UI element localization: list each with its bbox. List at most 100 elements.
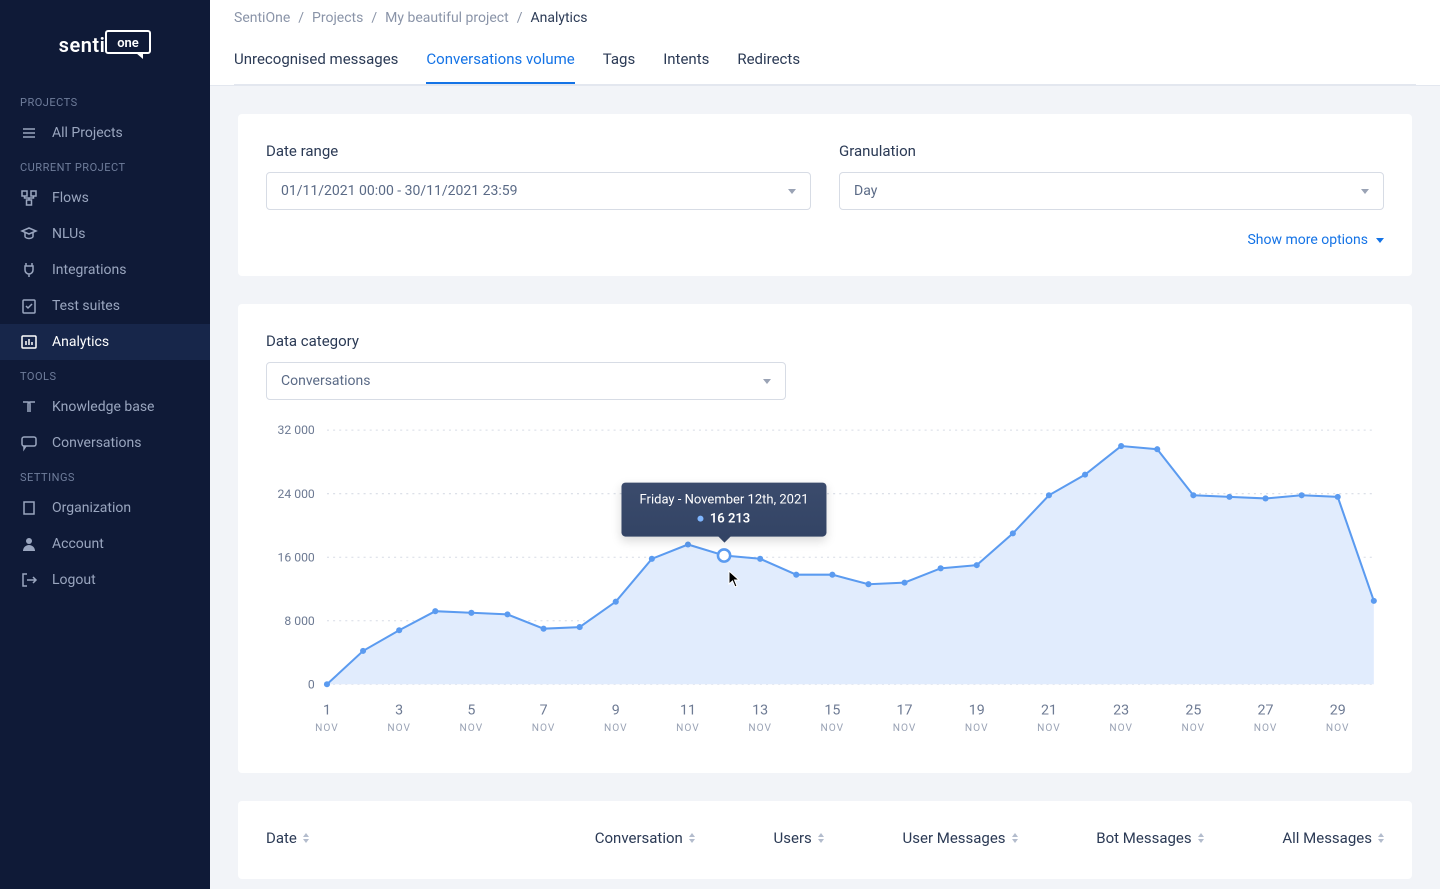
svg-text:5: 5 bbox=[467, 703, 475, 719]
svg-text:NOV: NOV bbox=[676, 723, 700, 734]
flows-icon bbox=[20, 189, 38, 207]
graduation-cap-icon bbox=[20, 225, 38, 243]
svg-text:24 000: 24 000 bbox=[278, 487, 315, 501]
sidebar-item-label: NLUs bbox=[52, 226, 85, 242]
svg-text:16 000: 16 000 bbox=[278, 550, 315, 564]
tab-tags[interactable]: Tags bbox=[603, 36, 635, 84]
brand-logo: senti one bbox=[0, 20, 210, 86]
svg-text:0: 0 bbox=[308, 677, 315, 691]
svg-text:one: one bbox=[118, 36, 140, 51]
data-category-label: Data category bbox=[266, 332, 1384, 350]
svg-text:11: 11 bbox=[680, 703, 696, 719]
sort-icon bbox=[689, 833, 695, 843]
svg-text:NOV: NOV bbox=[1182, 723, 1206, 734]
sort-icon bbox=[303, 833, 309, 843]
line-chart: 08 00016 00024 00032 0001NOV3NOV5NOV7NOV… bbox=[266, 420, 1384, 745]
tab-redirects[interactable]: Redirects bbox=[737, 36, 800, 84]
granulation-value: Day bbox=[854, 183, 877, 199]
column-header-label: User Messages bbox=[903, 829, 1006, 847]
sidebar-item-label: Test suites bbox=[52, 298, 120, 314]
sidebar-item-logout[interactable]: Logout bbox=[0, 562, 210, 598]
sidebar: senti one PROJECTS All Projects CURRENT … bbox=[0, 0, 210, 889]
sidebar-item-analytics[interactable]: Analytics bbox=[0, 324, 210, 360]
filters-card: Date range 01/11/2021 00:00 - 30/11/2021… bbox=[238, 114, 1412, 276]
column-header-label: All Messages bbox=[1282, 829, 1372, 847]
breadcrumb-sep: / bbox=[298, 10, 304, 26]
svg-text:3: 3 bbox=[395, 703, 403, 719]
column-header-label: Bot Messages bbox=[1096, 829, 1191, 847]
sort-icon bbox=[1378, 833, 1384, 843]
column-header-date[interactable]: Date bbox=[266, 829, 516, 847]
topbar: SentiOne / Projects / My beautiful proje… bbox=[210, 0, 1440, 86]
svg-text:NOV: NOV bbox=[1254, 723, 1278, 734]
breadcrumb-sep: / bbox=[517, 10, 523, 26]
column-header-conversation[interactable]: Conversation bbox=[595, 829, 695, 847]
chart-card: Data category Conversations 0 8 000 16 000… bbox=[238, 304, 1412, 773]
granulation-label: Granulation bbox=[839, 142, 1384, 160]
sidebar-item-knowledge-base[interactable]: Knowledge base bbox=[0, 389, 210, 425]
breadcrumb-link[interactable]: My beautiful project bbox=[385, 10, 509, 26]
sidebar-item-test-suites[interactable]: Test suites bbox=[0, 288, 210, 324]
breadcrumb-link[interactable]: Projects bbox=[312, 10, 363, 26]
svg-text:NOV: NOV bbox=[1109, 723, 1133, 734]
table-card: Date Conversation Users User Messages Bo… bbox=[238, 801, 1412, 879]
sort-icon bbox=[1198, 833, 1204, 843]
svg-text:8 000: 8 000 bbox=[284, 614, 315, 628]
sidebar-item-label: Logout bbox=[52, 572, 96, 588]
sidebar-item-label: Integrations bbox=[52, 262, 126, 278]
building-icon bbox=[20, 499, 38, 517]
sidebar-item-flows[interactable]: Flows bbox=[0, 180, 210, 216]
column-header-bot-messages[interactable]: Bot Messages bbox=[1096, 829, 1203, 847]
data-category-select[interactable]: Conversations bbox=[266, 362, 786, 400]
logout-icon bbox=[20, 571, 38, 589]
sidebar-item-conversations[interactable]: Conversations bbox=[0, 425, 210, 461]
column-header-user-messages[interactable]: User Messages bbox=[903, 829, 1018, 847]
svg-text:NOV: NOV bbox=[387, 723, 411, 734]
svg-text:7: 7 bbox=[540, 703, 548, 719]
column-header-label: Conversation bbox=[595, 829, 683, 847]
sort-icon bbox=[818, 833, 824, 843]
data-category-value: Conversations bbox=[281, 373, 370, 389]
svg-text:19: 19 bbox=[969, 703, 985, 719]
svg-text:25: 25 bbox=[1185, 703, 1201, 719]
breadcrumb: SentiOne / Projects / My beautiful proje… bbox=[234, 10, 1416, 36]
section-projects-label: PROJECTS bbox=[0, 86, 210, 115]
column-header-all-messages[interactable]: All Messages bbox=[1282, 829, 1384, 847]
date-range-picker[interactable]: 01/11/2021 00:00 - 30/11/2021 23:59 bbox=[266, 172, 811, 210]
tooltip-date: Friday - November 12th, 2021 bbox=[640, 492, 809, 507]
svg-text:NOV: NOV bbox=[821, 723, 845, 734]
svg-text:NOV: NOV bbox=[965, 723, 989, 734]
section-tools-label: TOOLS bbox=[0, 360, 210, 389]
svg-text:29: 29 bbox=[1330, 703, 1346, 719]
bar-chart-icon bbox=[20, 333, 38, 351]
chevron-down-icon bbox=[763, 379, 771, 384]
clipboard-check-icon bbox=[20, 297, 38, 315]
column-header-users[interactable]: Users bbox=[774, 829, 824, 847]
tab-intents[interactable]: Intents bbox=[663, 36, 709, 84]
svg-text:NOV: NOV bbox=[748, 723, 772, 734]
chevron-down-icon bbox=[1376, 238, 1384, 243]
column-header-label: Users bbox=[774, 829, 812, 847]
tab-conversations-volume[interactable]: Conversations volume bbox=[426, 36, 574, 84]
sidebar-item-all-projects[interactable]: All Projects bbox=[0, 115, 210, 151]
show-more-options-button[interactable]: Show more options bbox=[266, 232, 1384, 248]
breadcrumb-link[interactable]: SentiOne bbox=[234, 10, 290, 26]
svg-text:15: 15 bbox=[824, 703, 840, 719]
granulation-select[interactable]: Day bbox=[839, 172, 1384, 210]
sidebar-item-label: Account bbox=[52, 536, 104, 552]
svg-text:32 000: 32 000 bbox=[278, 423, 315, 437]
sidebar-item-nlus[interactable]: NLUs bbox=[0, 216, 210, 252]
sidebar-item-label: All Projects bbox=[52, 125, 123, 141]
sidebar-item-organization[interactable]: Organization bbox=[0, 490, 210, 526]
svg-text:NOV: NOV bbox=[1326, 723, 1350, 734]
column-header-label: Date bbox=[266, 829, 297, 847]
svg-text:9: 9 bbox=[612, 703, 620, 719]
svg-text:NOV: NOV bbox=[315, 723, 339, 734]
chevron-down-icon bbox=[788, 189, 796, 194]
svg-text:NOV: NOV bbox=[1037, 723, 1061, 734]
section-current-project-label: CURRENT PROJECT bbox=[0, 151, 210, 180]
sidebar-item-integrations[interactable]: Integrations bbox=[0, 252, 210, 288]
sidebar-item-account[interactable]: Account bbox=[0, 526, 210, 562]
tab-unrecognised-messages[interactable]: Unrecognised messages bbox=[234, 36, 398, 84]
show-more-options-label: Show more options bbox=[1247, 232, 1368, 248]
